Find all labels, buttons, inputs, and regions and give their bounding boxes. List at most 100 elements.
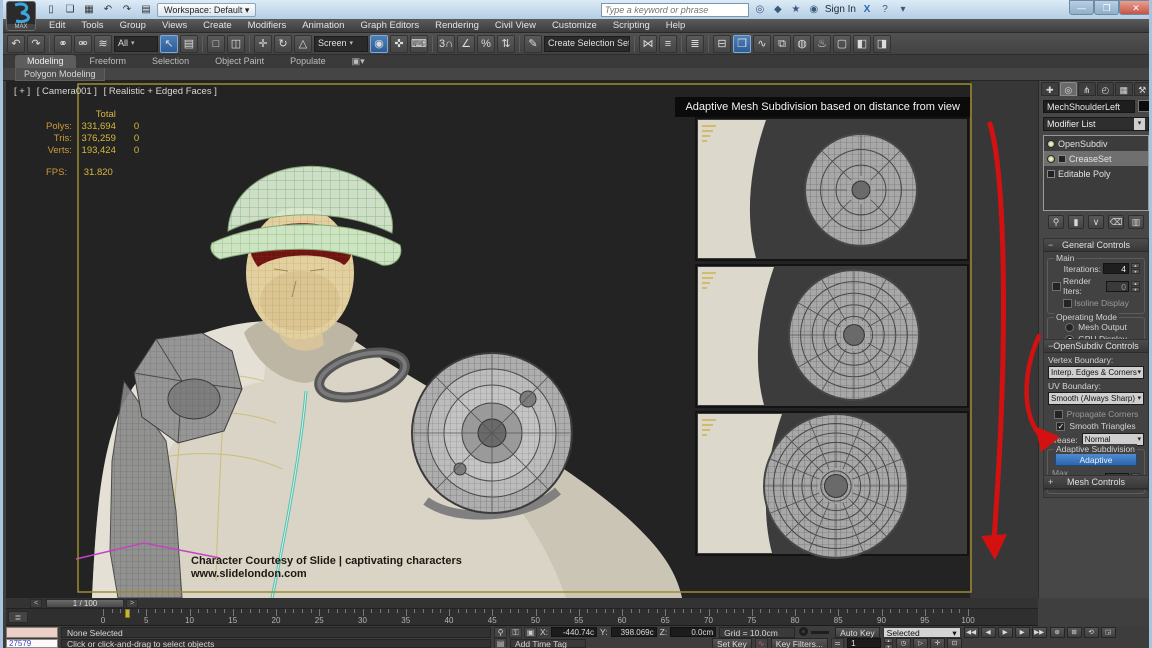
hierarchy-tab-icon[interactable]: ⋔: [1078, 82, 1096, 96]
window-crossing-icon[interactable]: ◫: [227, 35, 245, 53]
vertex-boundary-dropdown[interactable]: Interp. Edges & Corners▾: [1048, 366, 1144, 379]
absolute-offset-toggle-icon[interactable]: ▣: [524, 627, 537, 638]
menu-create[interactable]: Create: [195, 19, 240, 33]
ribbon-tab-options-icon[interactable]: ▣▾: [340, 55, 377, 68]
communication-center-icon[interactable]: ◆: [771, 4, 785, 15]
align-icon[interactable]: ≡: [659, 35, 677, 53]
utilities-tab-icon[interactable]: ⚒: [1134, 82, 1152, 96]
selection-region-icon[interactable]: □: [207, 35, 225, 53]
display-tab-icon[interactable]: ▦: [1115, 82, 1133, 96]
ribbon-tab-object-paint[interactable]: Object Paint: [203, 55, 276, 68]
maxscript-mini-listener[interactable]: 27579: [6, 639, 58, 648]
material-editor-icon[interactable]: ◍: [793, 35, 811, 53]
iterations-field[interactable]: 4: [1103, 263, 1129, 274]
general-controls-header[interactable]: − General Controls: [1044, 239, 1148, 252]
menu-customize[interactable]: Customize: [544, 19, 605, 33]
y-coordinate-field[interactable]: 398.069c: [611, 627, 657, 637]
percent-snap-icon[interactable]: %: [477, 35, 495, 53]
current-frame-field[interactable]: 1: [847, 638, 881, 648]
menu-views[interactable]: Views: [154, 19, 195, 33]
play-icon[interactable]: ▶: [998, 627, 1013, 638]
ribbon-tab-selection[interactable]: Selection: [140, 55, 201, 68]
track-bar[interactable]: ≣ 05101520253035404550556065707580859095…: [6, 609, 1038, 626]
maxscript-mini-listener-top[interactable]: [6, 627, 58, 638]
propagate-corners-checkbox[interactable]: [1054, 410, 1063, 419]
unlink-icon[interactable]: ⚮: [74, 35, 92, 53]
render-setup-icon[interactable]: ♨: [813, 35, 831, 53]
open-file-icon[interactable]: ❏: [62, 2, 78, 17]
viewport-camera-menu[interactable]: [ Camera001 ]: [37, 86, 97, 97]
modifier-stack-item-editable-poly[interactable]: Editable Poly: [1044, 166, 1148, 181]
ref-coordsys-dropdown[interactable]: Screen▾: [314, 36, 368, 52]
mesh-output-radio[interactable]: [1065, 323, 1074, 332]
scene-explorer-icon[interactable]: ❒: [733, 35, 751, 53]
pin-stack-icon[interactable]: ⚲: [1048, 215, 1064, 229]
smooth-triangles-checkbox[interactable]: ✓: [1056, 422, 1065, 431]
isolate-selection-pin-icon[interactable]: ⚲: [494, 627, 507, 638]
object-name-field[interactable]: MechShoulderLeft: [1043, 100, 1135, 113]
time-tag-icon[interactable]: ▤: [494, 638, 507, 648]
use-pivot-center-icon[interactable]: ◉: [370, 35, 388, 53]
ribbon-tab-populate[interactable]: Populate: [278, 55, 338, 68]
make-unique-icon[interactable]: ∨: [1088, 215, 1104, 229]
render-iters-field[interactable]: 0: [1106, 281, 1129, 292]
time-config-icon[interactable]: ◷: [896, 638, 911, 648]
menu-scripting[interactable]: Scripting: [605, 19, 658, 33]
iterations-spinner[interactable]: ▲▼: [1131, 263, 1140, 274]
modify-tab-icon[interactable]: ◎: [1060, 82, 1078, 96]
spinner-snap-icon[interactable]: ⇅: [497, 35, 515, 53]
max-logo-button[interactable]: MAX: [6, 1, 36, 31]
angle-snap-icon[interactable]: ∠: [457, 35, 475, 53]
auto-key-button[interactable]: Auto Key: [835, 627, 880, 638]
new-key-wave-icon[interactable]: ∿: [755, 638, 768, 648]
render-production-icon[interactable]: ◧: [853, 35, 871, 53]
modifier-enable-bulb-icon[interactable]: [1047, 155, 1055, 163]
curve-editor-icon[interactable]: ∿: [753, 35, 771, 53]
redo-icon[interactable]: ↷: [27, 35, 45, 53]
orbit-icon[interactable]: ⟲: [1084, 627, 1099, 638]
undo-icon[interactable]: ↶: [100, 2, 116, 17]
search-input[interactable]: [601, 3, 749, 17]
select-scale-icon[interactable]: △: [294, 35, 312, 53]
uv-boundary-dropdown[interactable]: Smooth (Always Sharp)▾: [1048, 392, 1144, 405]
pan-icon[interactable]: ✛: [930, 638, 945, 648]
toggle-ribbon-icon[interactable]: ⊟: [713, 35, 731, 53]
restore-button[interactable]: ❐: [1094, 0, 1119, 15]
x-coordinate-field[interactable]: -440.74c: [551, 627, 597, 637]
adaptive-button[interactable]: Adaptive: [1055, 453, 1137, 466]
viewport-pov-menu[interactable]: [ + ]: [14, 86, 30, 97]
menu-civil-view[interactable]: Civil View: [487, 19, 544, 33]
go-to-end-icon[interactable]: ▶▶: [1032, 627, 1047, 638]
configure-modifier-sets-icon[interactable]: ▥: [1128, 215, 1144, 229]
menu-animation[interactable]: Animation: [294, 19, 352, 33]
show-end-result-icon[interactable]: ▮: [1068, 215, 1084, 229]
sign-in-button[interactable]: Sign In: [825, 4, 856, 15]
mirror-icon[interactable]: ⋈: [639, 35, 657, 53]
undo-icon[interactable]: ↶: [7, 35, 25, 53]
schematic-view-icon[interactable]: ⧉: [773, 35, 791, 53]
z-coordinate-field[interactable]: 0.0cm: [670, 627, 716, 637]
layer-manager-icon[interactable]: ≣: [686, 35, 704, 53]
menu-modifiers[interactable]: Modifiers: [240, 19, 295, 33]
time-slider[interactable]: < 1 / 100 >: [6, 598, 1038, 609]
mini-curve-editor-icon[interactable]: ≣: [8, 611, 28, 623]
menu-graph-editors[interactable]: Graph Editors: [352, 19, 427, 33]
opensubdiv-controls-header[interactable]: − OpenSubdiv Controls: [1044, 340, 1148, 353]
isoline-display-checkbox[interactable]: [1063, 299, 1072, 308]
project-folder-icon[interactable]: ▤: [138, 2, 154, 17]
frame-spinner[interactable]: ▲▼: [884, 638, 893, 648]
ribbon-tab-modeling[interactable]: Modeling: [15, 55, 76, 68]
object-color-swatch[interactable]: [1138, 100, 1150, 112]
menu-help[interactable]: Help: [658, 19, 694, 33]
previous-frame-arrow[interactable]: <: [30, 599, 42, 608]
previous-frame-icon[interactable]: ◀: [981, 627, 996, 638]
select-by-name-icon[interactable]: ▤: [180, 35, 198, 53]
menu-rendering[interactable]: Rendering: [427, 19, 487, 33]
animate-selected-dropdown[interactable]: Selected▾: [883, 627, 961, 638]
viewport-shading-menu[interactable]: [ Realistic + Edged Faces ]: [104, 86, 217, 97]
zoom-region-icon[interactable]: ⊡: [947, 638, 962, 648]
select-object-icon[interactable]: ↖: [160, 35, 178, 53]
zoom-all-icon[interactable]: ⊞: [1067, 627, 1082, 638]
modifier-stack-item-opensubdiv[interactable]: OpenSubdiv: [1044, 136, 1148, 151]
menu-group[interactable]: Group: [112, 19, 154, 33]
